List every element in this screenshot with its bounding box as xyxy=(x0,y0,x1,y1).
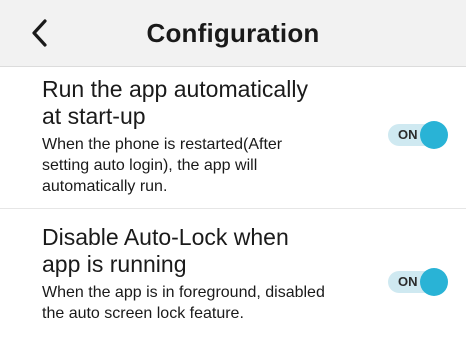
toggle-knob xyxy=(420,121,448,149)
setting-auto-start: Run the app automatically at start-up Wh… xyxy=(0,67,466,209)
toggle-state-label: ON xyxy=(398,127,418,142)
page-title: Configuration xyxy=(146,18,320,48)
toggle-knob xyxy=(420,268,448,296)
setting-title: Run the app automatically at start-up xyxy=(42,76,308,129)
toggle-state-label: ON xyxy=(398,274,418,289)
setting-title: Disable Auto-Lock when app is running xyxy=(42,224,289,277)
setting-disable-auto-lock: Disable Auto-Lock when app is running Wh… xyxy=(0,210,466,353)
setting-description: When the phone is restarted(After settin… xyxy=(42,136,283,195)
setting-description: When the app is in foreground, disabled … xyxy=(42,284,325,322)
disable-auto-lock-toggle[interactable]: ON xyxy=(388,268,448,296)
auto-start-toggle[interactable]: ON xyxy=(388,121,448,149)
header-bar: Configuration xyxy=(0,0,466,67)
